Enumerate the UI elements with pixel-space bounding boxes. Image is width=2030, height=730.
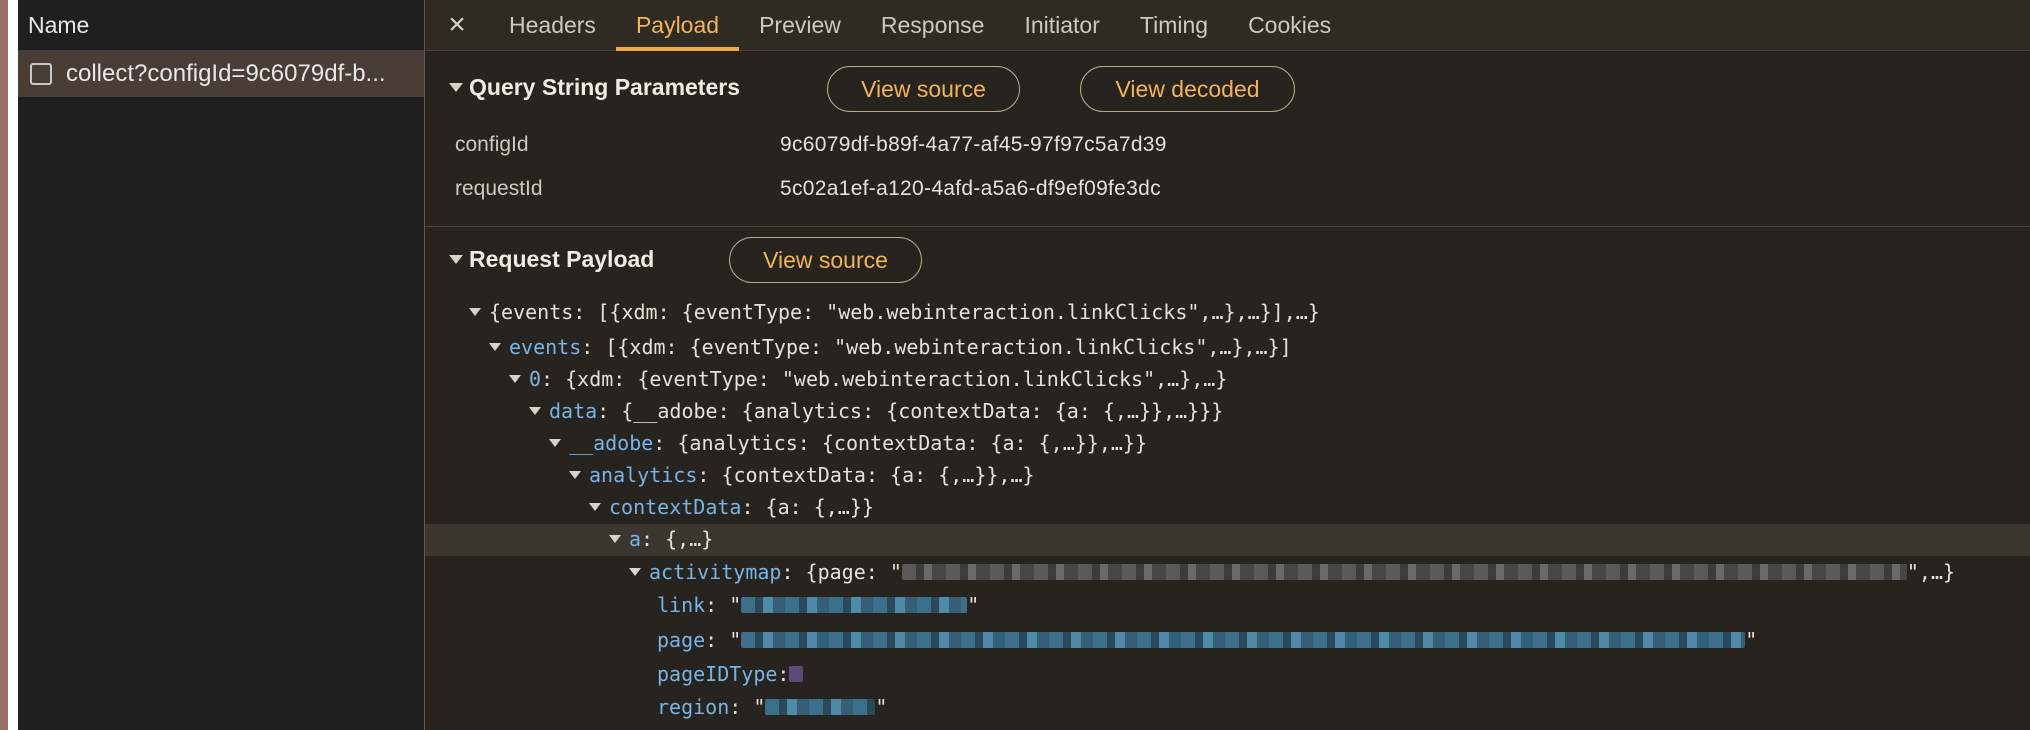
expand-triangle-icon[interactable] [469,308,481,316]
tab-preview[interactable]: Preview [739,0,861,50]
request-detail-panel: × Headers Payload Preview Response Initi… [425,0,2030,730]
collapse-triangle-icon[interactable] [449,255,463,264]
redacted-value [789,666,804,682]
tree-value-prefix: : {page: " [781,560,902,584]
tab-initiator[interactable]: Initiator [1004,0,1119,50]
tree-key: contextData [609,495,742,519]
redacted-value [741,597,968,613]
tree-node-a[interactable]: a: {,…} [609,524,713,554]
param-value-configid: 9c6079df-b89f-4a77-af45-97f97c5a7d39 [780,133,1167,156]
name-column-header[interactable]: Name [18,0,424,51]
detail-tabbar: × Headers Payload Preview Response Initi… [425,0,2030,51]
tree-key: __adobe [569,431,654,455]
expand-triangle-icon[interactable] [569,471,581,479]
tree-leaf-region[interactable]: region: " " [657,692,887,722]
tab-payload[interactable]: Payload [615,0,740,51]
redacted-value [741,632,1746,648]
tree-key: events [509,335,582,359]
tree-node-events[interactable]: events: [{xdm: {eventType: "web.webinter… [489,332,1292,362]
tree-node-adobe[interactable]: __adobe: {analytics: {contextData: {a: {… [549,428,1147,458]
tree-key: analytics [589,463,698,487]
tree-node-activitymap[interactable]: activitymap: {page: " ",…} [629,557,1955,587]
tree-node-root[interactable]: {events: [{xdm: {eventType: "web.webinte… [469,297,1320,327]
tree-value-suffix: " [875,695,888,719]
expand-triangle-icon[interactable] [549,439,561,447]
tab-headers[interactable]: Headers [489,0,616,50]
tree-leaf-link[interactable]: link: " " [657,590,979,620]
query-params-section-header[interactable]: Query String Parameters [449,74,740,101]
tree-node-data[interactable]: data: {__adobe: {analytics: {contextData… [529,396,1223,426]
tree-leaf-pageidtype[interactable]: pageIDType: [657,659,804,689]
tree-node-contextdata[interactable]: contextData: {a: {,…}} [589,492,874,522]
tree-key: link [657,593,706,617]
tree-value: : {contextData: {a: {,…}},…} [697,463,1035,487]
tree-key: 0 [529,367,542,391]
close-icon[interactable]: × [425,0,489,50]
tree-key: a [629,527,642,551]
query-params-title: Query String Parameters [469,74,741,100]
tree-key: data [549,399,598,423]
window-edge-strip [0,0,8,730]
collapse-triangle-icon[interactable] [449,83,463,92]
request-checkbox[interactable] [30,63,52,85]
expand-triangle-icon[interactable] [529,407,541,415]
tree-node-analytics[interactable]: analytics: {contextData: {a: {,…}},…} [569,460,1035,490]
tree-value-prefix: : " [729,695,766,719]
tree-value: : {,…} [641,527,714,551]
tree-value-suffix: " [1745,628,1758,652]
expand-triangle-icon[interactable] [609,535,621,543]
request-name: collect?configId=9c6079df-b... [66,60,386,87]
redacted-value [901,564,1907,580]
expand-triangle-icon[interactable] [509,375,521,383]
tree-key: region [657,695,730,719]
tree-node-0[interactable]: 0: {xdm: {eventType: "web.webinteraction… [509,364,1227,394]
tree-key: activitymap [649,560,782,584]
tree-value-suffix: ",…} [1906,560,1956,584]
expand-triangle-icon[interactable] [489,343,501,351]
request-row[interactable]: collect?configId=9c6079df-b... [18,51,424,97]
tree-value-prefix: : " [705,593,742,617]
tree-value-suffix: " [967,593,980,617]
tree-key: pageIDType [657,662,778,686]
tab-timing[interactable]: Timing [1120,0,1228,50]
redacted-value [765,699,876,715]
expand-triangle-icon[interactable] [589,503,601,511]
param-key-requestid: requestId [455,177,543,200]
tree-value-prefix: : [777,662,790,686]
request-payload-section-header[interactable]: Request Payload [449,246,654,273]
request-list-panel: Name collect?configId=9c6079df-b... [18,0,425,730]
tree-value: : {a: {,…}} [741,495,874,519]
tree-value: : [{xdm: {eventType: "web.webinteraction… [581,335,1292,359]
param-value-requestid: 5c02a1ef-a120-4afd-a5a6-df9ef09fe3dc [780,177,1161,200]
payload-view-source-button[interactable]: View source [729,237,922,283]
expand-triangle-icon[interactable] [629,568,641,576]
param-key-configid: configId [455,133,529,156]
tree-value: : {__adobe: {analytics: {contextData: {a… [597,399,1224,423]
query-view-decoded-button[interactable]: View decoded [1080,66,1295,112]
query-view-source-button[interactable]: View source [827,66,1020,112]
window-edge-bottom [8,604,18,730]
tree-key: page [657,628,706,652]
tab-cookies[interactable]: Cookies [1228,0,1351,50]
tree-leaf-page[interactable]: page: " " [657,625,1757,655]
tree-value: : {xdm: {eventType: "web.webinteraction.… [541,367,1228,391]
tab-response[interactable]: Response [861,0,1005,50]
request-payload-title: Request Payload [469,246,655,272]
tree-value-prefix: : " [705,628,742,652]
tree-value: {events: [{xdm: {eventType: "web.webinte… [489,300,1320,324]
section-divider [425,226,2030,227]
tree-value: : {analytics: {contextData: {a: {,…}},…}… [653,431,1147,455]
